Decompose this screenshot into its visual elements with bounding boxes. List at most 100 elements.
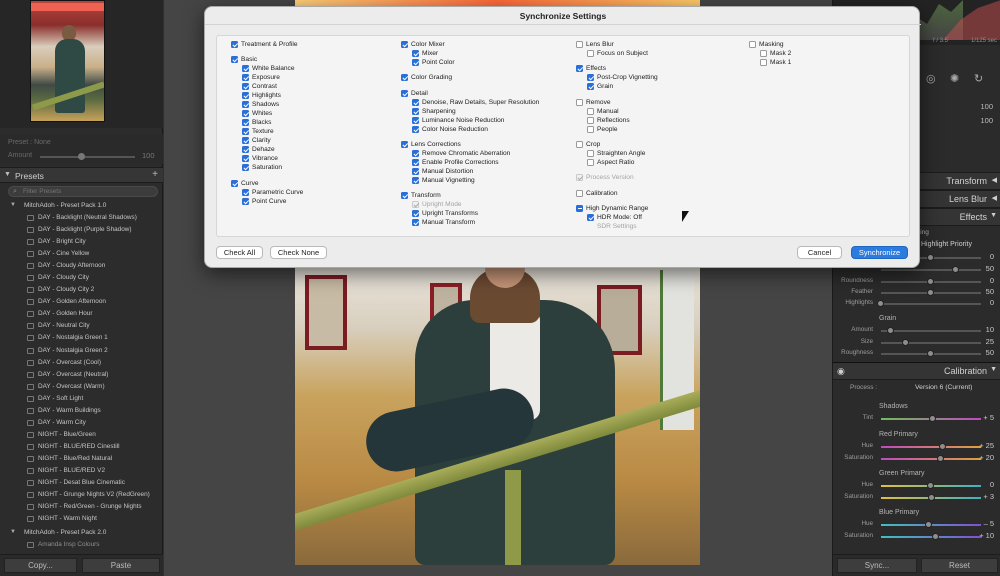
- checkbox-remove-chromatic-aberration[interactable]: Remove Chromatic Aberration: [412, 149, 510, 158]
- slider-knob[interactable]: [932, 533, 939, 540]
- checkbox-box[interactable]: [412, 98, 419, 106]
- preset-search[interactable]: ⌕: [8, 186, 158, 197]
- checkbox-box[interactable]: [242, 119, 249, 127]
- eye-icon[interactable]: ◉: [837, 366, 845, 377]
- checkbox-manual-distortion[interactable]: Manual Distortion: [412, 167, 473, 176]
- slider-value[interactable]: 0: [990, 298, 994, 307]
- checkbox-box[interactable]: [587, 158, 594, 166]
- reset-button[interactable]: Reset: [921, 558, 998, 573]
- slider-knob[interactable]: [937, 455, 944, 462]
- checkbox-clarity[interactable]: Clarity: [242, 136, 271, 145]
- checkbox-vibrance[interactable]: Vibrance: [242, 154, 278, 163]
- slider-value[interactable]: 50: [986, 348, 994, 357]
- preset-item[interactable]: DAY - Overcast (Warm): [0, 381, 163, 393]
- checkbox-box[interactable]: [401, 89, 408, 97]
- checkbox-mask-1[interactable]: Mask 1: [760, 58, 791, 67]
- check-all-button[interactable]: Check All: [216, 246, 263, 259]
- slider-value[interactable]: – 5: [984, 519, 994, 528]
- preset-item[interactable]: NIGHT - Grunge Nights V2 (RedGreen): [0, 489, 163, 501]
- preset-group-1[interactable]: ▼ MitchAdoh - Preset Pack 1.0: [0, 200, 163, 212]
- checkbox-blacks[interactable]: Blacks: [242, 118, 271, 127]
- checkbox-box[interactable]: [231, 179, 238, 187]
- slider-value[interactable]: 0: [990, 252, 994, 261]
- preset-group-2[interactable]: ▼ MitchAdoh - Preset Pack 2.0: [0, 527, 163, 539]
- brush-icon[interactable]: ✺: [950, 72, 959, 85]
- checkbox-highlights[interactable]: Highlights: [242, 91, 281, 100]
- checkbox-color-mixer[interactable]: Color Mixer: [401, 40, 445, 49]
- checkbox-curve[interactable]: Curve: [231, 179, 259, 188]
- checkbox-grain[interactable]: Grain: [587, 82, 613, 91]
- checkbox-box[interactable]: [242, 197, 249, 205]
- checkbox-box[interactable]: [587, 83, 594, 91]
- amount-slider-knob[interactable]: [78, 153, 85, 160]
- checkbox-texture[interactable]: Texture: [242, 127, 274, 136]
- preset-item[interactable]: DAY - Backlight (Purple Shadow): [0, 224, 163, 236]
- checkbox-box[interactable]: [412, 201, 419, 209]
- mask-icon[interactable]: ◎: [926, 72, 936, 85]
- checkbox-mixer[interactable]: Mixer: [412, 49, 438, 58]
- slider-knob[interactable]: [902, 339, 909, 346]
- preset-item[interactable]: DAY - Cloudy City 2: [0, 284, 163, 296]
- slider-knob[interactable]: [927, 278, 934, 285]
- checkbox-manual-transform[interactable]: Manual Transform: [412, 218, 475, 227]
- checkbox-people[interactable]: People: [587, 125, 618, 134]
- checkbox-straighten-angle[interactable]: Straighten Angle: [587, 149, 645, 158]
- checkbox-point-curve[interactable]: Point Curve: [242, 197, 286, 206]
- chevron-down-icon[interactable]: ▼: [4, 171, 11, 178]
- preset-item[interactable]: DAY - Bright City: [0, 236, 163, 248]
- checkbox-box[interactable]: [587, 74, 594, 82]
- preset-item[interactable]: DAY - Cloudy Afternoon: [0, 260, 163, 272]
- slider-knob[interactable]: [929, 415, 936, 422]
- checkbox-box[interactable]: [242, 137, 249, 145]
- checkbox-box[interactable]: [242, 146, 249, 154]
- checkbox-sharpening[interactable]: Sharpening: [412, 107, 456, 116]
- preset-item[interactable]: NIGHT - Blue/Red Natural: [0, 453, 163, 465]
- amount-slider-track[interactable]: [40, 156, 135, 158]
- slider-knob[interactable]: [927, 350, 934, 357]
- slider-knob[interactable]: [887, 327, 894, 334]
- slider-value[interactable]: 50: [986, 287, 994, 296]
- process-value[interactable]: Version 6 (Current): [915, 384, 972, 391]
- slider-track[interactable]: [881, 458, 981, 460]
- preset-item[interactable]: DAY - Overcast (Neutral): [0, 369, 163, 381]
- preset-item[interactable]: DAY - Cine Yellow: [0, 248, 163, 260]
- preset-search-input[interactable]: [23, 187, 153, 196]
- checkbox-mask-2[interactable]: Mask 2: [760, 49, 791, 58]
- checkbox-box[interactable]: [760, 59, 767, 66]
- checkbox-dehaze[interactable]: Dehaze: [242, 145, 275, 154]
- presets-panel-header[interactable]: ▼ Presets +: [0, 167, 163, 183]
- chevron-down-icon[interactable]: ▼: [10, 202, 16, 208]
- preset-item[interactable]: DAY - Warm Buildings: [0, 405, 163, 417]
- checkbox-color-noise-reduction[interactable]: Color Noise Reduction: [412, 125, 488, 134]
- slider-track[interactable]: [881, 536, 981, 538]
- checkbox-aspect-ratio[interactable]: Aspect Ratio: [587, 158, 634, 167]
- slider-knob[interactable]: [939, 443, 946, 450]
- checkbox-post-crop-vignetting[interactable]: Post-Crop Vignetting: [587, 73, 658, 82]
- calibration-panel-header[interactable]: ◉ Calibration ▼: [833, 362, 1000, 380]
- slider-track[interactable]: [881, 342, 981, 344]
- checkbox-box[interactable]: [242, 101, 249, 109]
- checkbox-box[interactable]: [587, 213, 594, 221]
- slider-value[interactable]: + 5: [983, 413, 994, 422]
- preset-item[interactable]: NIGHT - Warm Night: [0, 513, 163, 525]
- checkbox-high-dynamic-range[interactable]: High Dynamic Range: [576, 204, 648, 213]
- checkbox-box[interactable]: [412, 158, 419, 166]
- checkbox-color-grading[interactable]: Color Grading: [401, 73, 452, 82]
- checkbox-detail[interactable]: Detail: [401, 89, 428, 98]
- preset-item[interactable]: DAY - Overcast (Cool): [0, 357, 163, 369]
- copy-button[interactable]: Copy...: [4, 558, 77, 573]
- slider-track[interactable]: [881, 269, 981, 271]
- preset-item[interactable]: NIGHT - BLUE/RED V2: [0, 465, 163, 477]
- checkbox-box[interactable]: [242, 65, 249, 73]
- checkbox-transform[interactable]: Transform: [401, 191, 441, 200]
- chevron-down-icon[interactable]: ▼: [990, 366, 997, 373]
- checkbox-basic[interactable]: Basic: [231, 55, 257, 64]
- preset-item[interactable]: NIGHT - BLUE/RED Cinestill: [0, 441, 163, 453]
- checkbox-box[interactable]: [412, 50, 419, 57]
- checkbox-box[interactable]: [412, 210, 419, 218]
- chevron-down-icon[interactable]: ▼: [10, 529, 16, 535]
- checkbox-box[interactable]: [401, 41, 408, 48]
- checkbox-crop[interactable]: Crop: [576, 140, 600, 149]
- synchronize-button[interactable]: Synchronize: [851, 246, 908, 259]
- checkbox-box[interactable]: [242, 83, 249, 91]
